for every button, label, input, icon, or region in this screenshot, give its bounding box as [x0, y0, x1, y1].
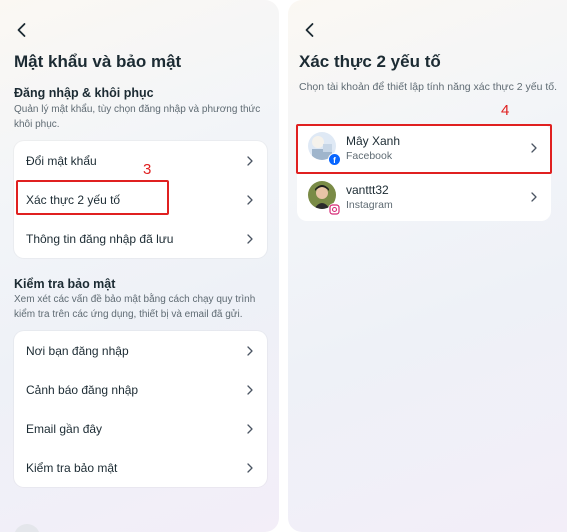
password-security-screen: Mật khẩu và bảo mật Đăng nhập & khôi phụ…	[0, 0, 279, 532]
chevron-right-icon	[247, 155, 253, 166]
security-check-card: Nơi bạn đăng nhập Cảnh báo đăng nhập Ema…	[14, 331, 267, 487]
chevron-right-icon	[247, 345, 253, 356]
change-password-item[interactable]: Đổi mật khẩu	[14, 141, 267, 180]
chevron-right-icon	[247, 384, 253, 395]
login-alerts-label: Cảnh báo đăng nhập	[26, 382, 139, 397]
saved-login-info-label: Thông tin đăng nhập đã lưu	[26, 231, 174, 246]
chevron-right-icon	[247, 194, 253, 205]
page-title: Xác thực 2 yếu tố	[299, 52, 441, 71]
account-instagram-item[interactable]: vanttt32 Instagram	[297, 173, 551, 221]
change-password-label: Đổi mật khẩu	[26, 153, 97, 168]
login-recovery-title: Đăng nhập & khôi phục	[14, 86, 154, 100]
security-checkup-item[interactable]: Kiểm tra bảo mật	[14, 448, 267, 487]
account-platform: Instagram	[346, 199, 393, 211]
security-checkup-label: Kiểm tra bảo mật	[26, 460, 118, 475]
security-check-description: Xem xét các vấn đề bảo mật bằng cách chạ…	[14, 294, 256, 320]
login-alerts-item[interactable]: Cảnh báo đăng nhập	[14, 370, 267, 409]
back-arrow-icon[interactable]	[302, 22, 318, 38]
recent-emails-label: Email gần đây	[26, 421, 103, 436]
annotation-number: 4	[501, 102, 510, 119]
security-check-title: Kiểm tra bảo mật	[14, 277, 116, 291]
chevron-right-icon	[247, 423, 253, 434]
account-name: vanttt32	[346, 183, 389, 197]
annotation-number: 3	[143, 161, 152, 178]
chevron-right-icon	[531, 192, 537, 202]
chevron-right-icon	[247, 233, 253, 244]
saved-login-info-item[interactable]: Thông tin đăng nhập đã lưu	[14, 219, 267, 258]
two-factor-description: Chọn tài khoản để thiết lập tính năng xá…	[299, 81, 558, 93]
chevron-right-icon	[247, 462, 253, 473]
instagram-icon	[328, 203, 341, 216]
two-factor-auth-screen: Xác thực 2 yếu tố Chọn tài khoản để thiế…	[288, 0, 567, 532]
where-logged-in-item[interactable]: Nơi bạn đăng nhập	[14, 331, 267, 370]
annotation-highlight-box	[16, 180, 169, 215]
partial-icon	[14, 524, 40, 532]
where-logged-in-label: Nơi bạn đăng nhập	[26, 343, 129, 358]
login-recovery-description: Quản lý mật khẩu, tùy chọn đăng nhập và …	[14, 104, 261, 130]
page-title: Mật khẩu và bảo mật	[14, 52, 182, 71]
back-arrow-icon[interactable]	[14, 22, 30, 38]
recent-emails-item[interactable]: Email gần đây	[14, 409, 267, 448]
annotation-highlight-box	[296, 124, 552, 174]
